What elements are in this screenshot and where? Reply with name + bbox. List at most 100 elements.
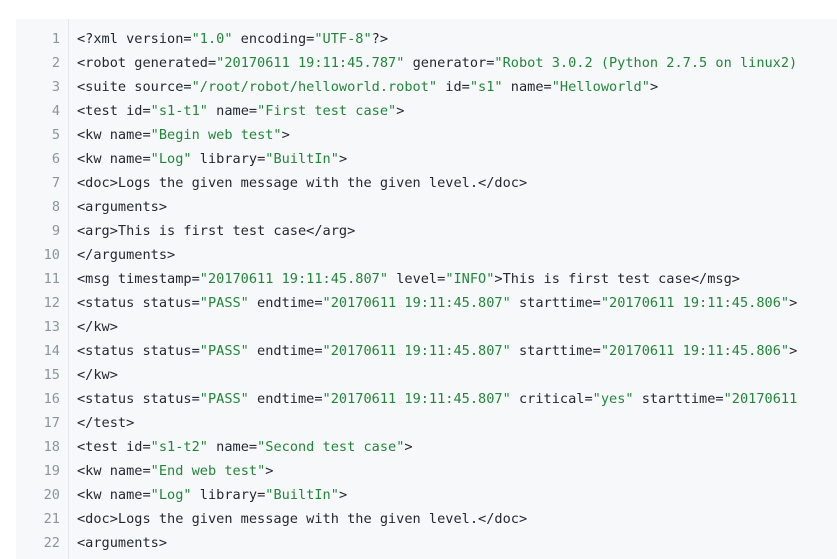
code-lines: 1 <?xml version="1.0" encoding="UTF-8"?> 2…: [16, 27, 837, 555]
string-token: "s1-t1": [150, 103, 208, 119]
tag-token: starttime=: [510, 343, 601, 359]
line-number: 1: [51, 31, 60, 47]
tag-token: <status status=: [77, 343, 200, 359]
tag-token: <kw name=: [77, 151, 151, 167]
text-token: Logs the given message with the given le…: [117, 175, 479, 191]
string-token: "Second test case": [257, 439, 405, 455]
string-token: "BuiltIn": [265, 151, 339, 167]
line-number: 8: [51, 199, 60, 215]
code-text: <test id="s1-t2" name="Second test case"…: [68, 435, 413, 459]
code-text: <kw name="Begin web test">: [68, 123, 290, 147]
code-viewer[interactable]: 1 <?xml version="1.0" encoding="UTF-8"?> 2…: [16, 19, 837, 559]
tag-token: </doc>: [478, 175, 528, 191]
string-token: "1.0": [191, 31, 233, 47]
string-token: "PASS": [199, 391, 249, 407]
code-text: <arguments>: [68, 531, 167, 555]
text-token: Logs the given message with the given le…: [117, 511, 479, 527]
string-token: "First test case": [257, 103, 397, 119]
code-text: <kw name="Log" library="BuiltIn">: [68, 483, 347, 507]
string-token: "Begin web test": [150, 127, 282, 143]
line-number: 9: [51, 223, 60, 239]
code-text: <kw name="End web test">: [68, 459, 273, 483]
code-text: <test id="s1-t1" name="First test case">: [68, 99, 404, 123]
tag-token: <kw name=: [77, 463, 151, 479]
tag-token: </kw>: [77, 319, 118, 335]
code-text: </test>: [68, 411, 134, 435]
string-token: "20170611 19:11:45.807": [199, 271, 389, 287]
code-line: 13 </kw>: [16, 315, 837, 339]
tag-token: >: [265, 463, 274, 479]
tag-token: <suite source=: [77, 79, 192, 95]
code-text: <status status="PASS" endtime="20170611 …: [68, 291, 797, 315]
code-line: 6 <kw name="Log" library="BuiltIn">: [16, 147, 837, 171]
tag-token: </doc>: [478, 511, 528, 527]
string-token: "Helloworld": [551, 79, 650, 95]
tag-token: >: [494, 271, 503, 287]
tag-token: <doc>: [77, 511, 118, 527]
text-token: This is first test case: [502, 271, 691, 287]
string-token: "Log": [150, 487, 192, 503]
tag-token: </arg>: [306, 223, 356, 239]
line-number: 7: [51, 175, 60, 191]
code-line: 7 <doc>Logs the given message with the gi…: [16, 171, 837, 195]
line-number: 15: [43, 367, 60, 383]
tag-token: library=: [191, 487, 266, 503]
code-text: </kw>: [68, 315, 118, 339]
tag-token: >: [338, 151, 348, 167]
code-line: 1 <?xml version="1.0" encoding="UTF-8"?>: [16, 27, 837, 51]
string-token: "20170611: [723, 391, 798, 407]
tag-token: >: [789, 343, 798, 359]
tag-token: >: [789, 295, 798, 311]
code-line: 10 </arguments>: [16, 243, 837, 267]
code-line: 18 <test id="s1-t2" name="Second test cas…: [16, 435, 837, 459]
tag-token: >: [281, 127, 290, 143]
string-token: "20170611 19:11:45.807": [322, 391, 511, 407]
line-number: 11: [43, 271, 60, 287]
code-text: <msg timestamp="20170611 19:11:45.807" l…: [68, 267, 740, 291]
line-number: 4: [51, 103, 60, 119]
line-number: 3: [51, 79, 60, 95]
tag-token: endtime=: [248, 295, 323, 311]
code-text: <doc>Logs the given message with the giv…: [68, 171, 527, 195]
code-text: <?xml version="1.0" encoding="UTF-8"?>: [68, 27, 388, 51]
code-line: 3 <suite source="/root/robot/helloworld.r…: [16, 75, 837, 99]
string-token: "INFO": [445, 271, 495, 287]
code-line: 9 <arg>This is first test case</arg>: [16, 219, 837, 243]
code-line: 17 </test>: [16, 411, 837, 435]
code-line: 16 <status status="PASS" endtime="2017061…: [16, 387, 837, 411]
tag-token: <test id=: [77, 103, 151, 119]
code-text: <doc>Logs the given message with the giv…: [68, 507, 527, 531]
code-line: 5 <kw name="Begin web test">: [16, 123, 837, 147]
string-token: "BuiltIn": [265, 487, 339, 503]
code-line: 15 </kw>: [16, 363, 837, 387]
code-line: 19 <kw name="End web test">: [16, 459, 837, 483]
code-text: <status status="PASS" endtime="20170611 …: [68, 339, 797, 363]
tag-token: name=: [502, 79, 552, 95]
code-text: <robot generated="20170611 19:11:45.787"…: [68, 51, 797, 75]
string-token: "20170611 19:11:45.787": [216, 55, 405, 71]
tag-token: critical=: [510, 391, 593, 407]
tag-token: ?>: [371, 31, 389, 47]
line-number: 10: [43, 247, 60, 263]
line-number: 18: [43, 439, 60, 455]
string-token: "UTF-8": [314, 31, 372, 47]
string-token: "Log": [150, 151, 192, 167]
string-token: "Robot 3.0.2 (Python 2.7.5 on linux2): [494, 55, 798, 71]
tag-token: <arguments>: [77, 199, 168, 215]
tag-token: >: [649, 79, 659, 95]
code-line: 22 <arguments>: [16, 531, 837, 555]
string-token: "PASS": [199, 295, 249, 311]
tag-token: <robot generated=: [77, 55, 217, 71]
line-number: 20: [43, 487, 60, 503]
code-text: <arg>This is first test case</arg>: [68, 219, 355, 243]
code-text: </arguments>: [68, 243, 175, 267]
string-token: "20170611 19:11:45.806": [600, 343, 790, 359]
tag-token: id=: [437, 79, 470, 95]
line-number: 6: [51, 151, 60, 167]
string-token: "End web test": [150, 463, 266, 479]
line-number: 2: [51, 55, 60, 71]
string-token: "PASS": [199, 343, 249, 359]
line-number: 13: [43, 319, 60, 335]
tag-token: endtime=: [248, 391, 323, 407]
code-text: <status status="PASS" endtime="20170611 …: [68, 387, 797, 411]
